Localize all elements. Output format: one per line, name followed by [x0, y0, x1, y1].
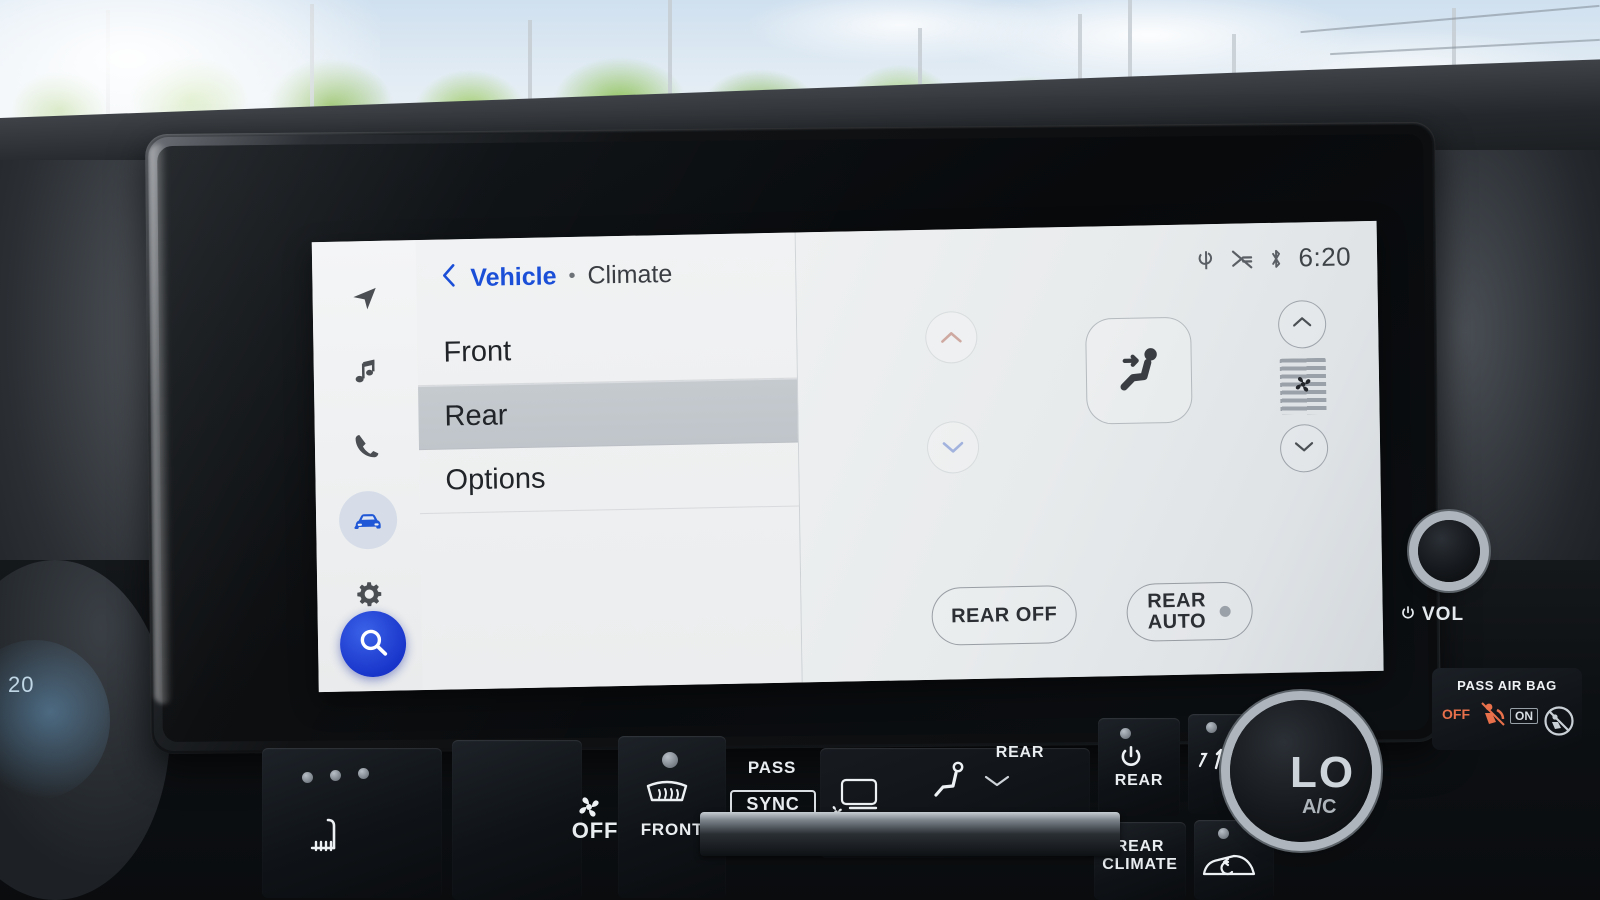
fan-icon [1290, 371, 1316, 403]
lane-assist-off-icon [1230, 248, 1254, 270]
temperature-knob-sub: A/C [1302, 796, 1337, 818]
sidebar-item-phone[interactable] [338, 417, 397, 476]
menu-item-label: Rear [444, 399, 508, 433]
pass-airbag-indicator: PASS AIR BAG OFF ON [1432, 668, 1582, 750]
airflow-mode-button[interactable] [1085, 316, 1193, 425]
temperature-stepper [924, 310, 980, 474]
chevron-down-icon [940, 439, 966, 456]
chevron-up-icon [1291, 315, 1313, 334]
recirculation-icon [1198, 846, 1260, 891]
rear-airflow-led [1206, 722, 1217, 733]
seat-face-airflow-icon [1106, 335, 1171, 405]
menu-item-options[interactable]: Options [419, 442, 799, 515]
rear-off-label: REAR OFF [950, 602, 1058, 627]
display-screen: Vehicle • Climate Front Rear Options 6:2… [157, 133, 1429, 743]
music-note-icon [351, 357, 381, 388]
bluetooth-icon [1268, 247, 1284, 269]
sidebar-item-navigation[interactable] [335, 269, 394, 328]
menu-item-label: Front [443, 335, 512, 369]
rear-mode-buttons: REAR OFF REAR AUTO [801, 579, 1383, 649]
pass-airbag-on-label: ON [1510, 708, 1538, 724]
car-icon [351, 503, 386, 538]
wireless-charging-icon [1196, 249, 1216, 271]
breadcrumb: Vehicle • Climate [416, 232, 796, 296]
menu-item-rear[interactable]: Rear [418, 378, 798, 451]
chevron-up-icon [938, 329, 964, 346]
instrument-cluster-readout: 20 [8, 672, 35, 697]
app-rail [311, 240, 423, 693]
rear-power-label: REAR [1114, 772, 1164, 789]
menu-item-label: Options [445, 462, 546, 497]
phone-icon [352, 431, 382, 462]
breadcrumb-separator: • [568, 264, 576, 287]
display-bezel: Vehicle • Climate Front Rear Options 6:2… [145, 121, 1441, 755]
recirculation-led [1218, 828, 1229, 839]
breadcrumb-current: Climate [587, 259, 673, 290]
breadcrumb-parent[interactable]: Vehicle [470, 262, 557, 293]
search-button[interactable] [339, 610, 407, 678]
pass-airbag-off-label: OFF [1442, 706, 1470, 722]
airbag-off-symbol-icon [1480, 700, 1510, 739]
rear-auto-button[interactable]: REAR AUTO [1125, 581, 1253, 642]
pass-label: PASS [747, 758, 797, 777]
seat-heater-led-2 [330, 770, 341, 781]
menu-item-front[interactable]: Front [417, 314, 797, 387]
rear-auto-indicator [1220, 605, 1232, 617]
rear-off-button[interactable]: REAR OFF [931, 584, 1077, 646]
rear-auto-label: REAR AUTO [1147, 589, 1207, 634]
volume-knob[interactable] [1409, 511, 1489, 591]
seat-heater-button[interactable] [262, 748, 442, 898]
screenshot-root: 20 Vehicle • Climate Front Rear Options … [0, 0, 1600, 900]
rear-power-led [1120, 728, 1131, 739]
chevron-down-icon[interactable] [982, 772, 1012, 795]
clock: 6:20 [1298, 241, 1352, 273]
climate-menu-list: Front Rear Options [417, 314, 799, 515]
power-icon [1400, 605, 1416, 626]
back-button[interactable] [440, 261, 459, 295]
seat-heater-icon [300, 812, 346, 865]
rear-label: REAR [995, 744, 1045, 761]
volume-knob-label-group: VOL [1400, 604, 1464, 626]
seat-heater-led-1 [302, 772, 313, 783]
sidebar-item-media[interactable] [336, 343, 395, 402]
temperature-down-button[interactable] [926, 420, 980, 474]
temperature-knob-value: LO [1290, 748, 1356, 797]
gear-icon [354, 579, 384, 610]
fan-up-button[interactable] [1277, 299, 1327, 349]
volume-label: VOL [1422, 604, 1465, 625]
search-icon [356, 624, 391, 664]
fan-level-indicator[interactable] [1279, 357, 1327, 415]
chevron-down-icon [1293, 439, 1315, 458]
power-icon [1118, 744, 1144, 775]
status-bar: 6:20 [1196, 241, 1351, 275]
front-defrost-icon [642, 778, 692, 821]
front-defrost-led [662, 752, 678, 768]
infotainment-ui: Vehicle • Climate Front Rear Options 6:2… [311, 220, 1384, 693]
rear-climate-controls: 6:20 REAR OFF REAR AUTO [795, 220, 1384, 683]
fan-down-button[interactable] [1279, 423, 1329, 473]
pass-airbag-title: PASS AIR BAG [1457, 678, 1557, 693]
temperature-up-button[interactable] [924, 310, 978, 364]
airbag-no-symbol-icon [1542, 704, 1576, 743]
sidebar-item-vehicle[interactable] [338, 490, 398, 550]
climate-menu-panel: Vehicle • Climate Front Rear Options [415, 232, 803, 691]
center-vent [700, 812, 1120, 856]
seat-heater-led-3 [358, 768, 369, 779]
airflow-seat-icon [928, 758, 974, 819]
navigation-arrow-icon [349, 283, 379, 314]
fan-speed-control [1277, 299, 1329, 473]
